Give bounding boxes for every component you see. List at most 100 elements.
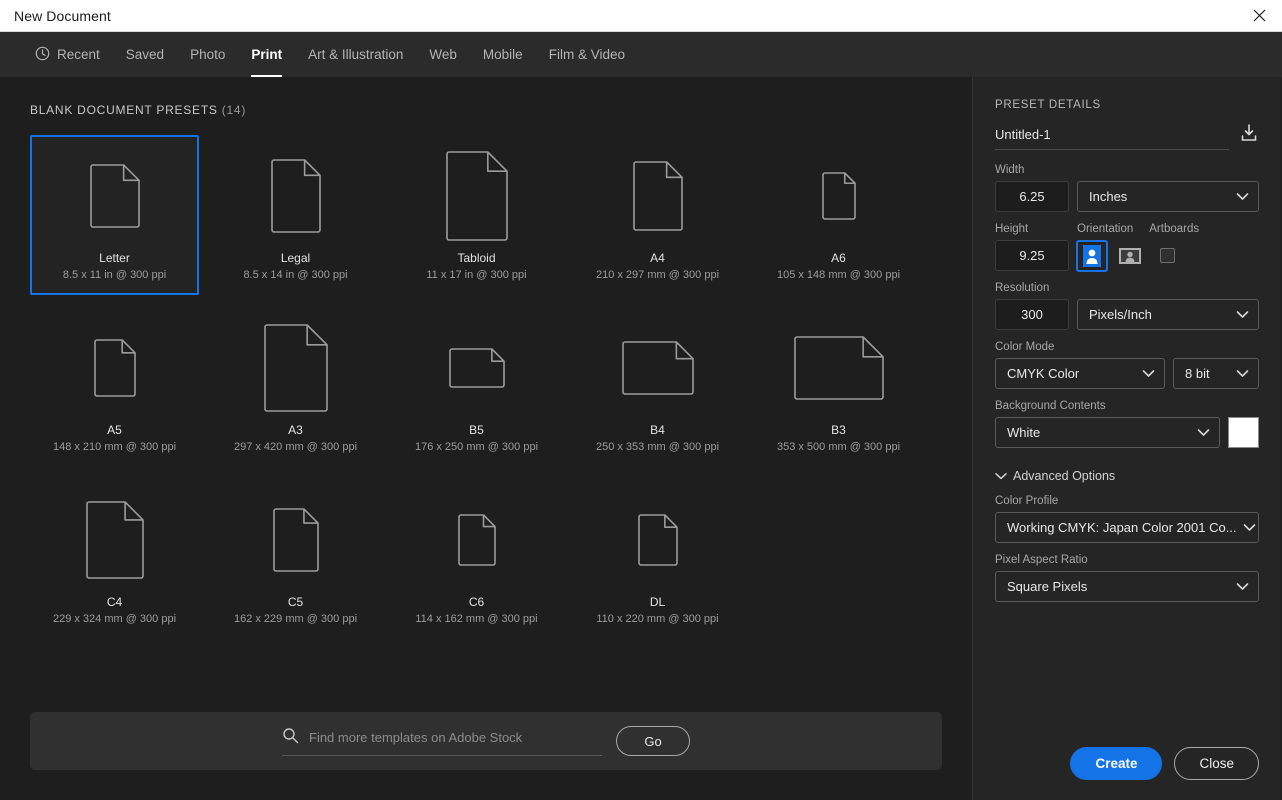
preset-card[interactable]: Letter 8.5 x 11 in @ 300 ppi [30, 135, 199, 295]
preset-card[interactable]: A3 297 x 420 mm @ 300 ppi [211, 307, 380, 467]
preset-dimensions: 8.5 x 11 in @ 300 ppi [62, 269, 167, 281]
tab-film-video[interactable]: Film & Video [536, 32, 638, 77]
preset-card[interactable]: C4 229 x 324 mm @ 300 ppi [30, 479, 199, 639]
presets-heading: BLANK DOCUMENT PRESETS (14) [30, 103, 942, 117]
dialog-body: BLANK DOCUMENT PRESETS (14) Letter 8.5 x … [0, 77, 1282, 800]
preset-name: A5 [107, 423, 122, 437]
tab-label: Recent [57, 47, 100, 62]
bit-depth-select[interactable]: 8 bit [1173, 358, 1259, 389]
preset-dimensions: 297 x 420 mm @ 300 ppi [233, 441, 358, 453]
color-mode-label: Color Mode [995, 341, 1055, 353]
height-orientation-labels: Height Orientation Artboards [995, 223, 1259, 235]
document-icon [89, 141, 141, 251]
preset-card[interactable]: DL 110 x 220 mm @ 300 ppi [573, 479, 742, 639]
document-icon [632, 141, 684, 251]
chevron-down-icon [995, 469, 1007, 483]
preset-name: Legal [280, 251, 311, 265]
preset-card[interactable]: B5 176 x 250 mm @ 300 ppi [392, 307, 561, 467]
tab-art-illustration[interactable]: Art & Illustration [295, 32, 416, 77]
close-button[interactable]: Close [1174, 747, 1259, 780]
height-label: Height [995, 223, 1029, 235]
background-contents-value: White [1007, 425, 1041, 440]
pixel-aspect-ratio-label: Pixel Aspect Ratio [995, 554, 1088, 566]
preset-card[interactable]: Tabloid 11 x 17 in @ 300 ppi [392, 135, 561, 295]
tab-label: Art & Illustration [308, 47, 404, 62]
document-icon [85, 485, 145, 595]
preset-name: B3 [831, 423, 846, 437]
panel-action-buttons: Create Close [1070, 747, 1259, 780]
window-title: New Document [14, 7, 111, 24]
height-input[interactable] [995, 240, 1069, 271]
document-icon [821, 141, 857, 251]
color-profile-select[interactable]: Working CMYK: Japan Color 2001 Co... [995, 512, 1259, 543]
resolution-label: Resolution [995, 282, 1050, 294]
width-input[interactable] [995, 181, 1069, 212]
preset-name: A6 [831, 251, 846, 265]
color-mode-select[interactable]: CMYK Color [995, 358, 1165, 389]
preset-dimensions: 11 x 17 in @ 300 ppi [426, 269, 527, 281]
tab-recent[interactable]: Recent [22, 32, 113, 77]
document-icon [448, 313, 506, 423]
save-preset-icon[interactable] [1239, 123, 1259, 150]
create-button[interactable]: Create [1070, 747, 1163, 780]
document-icon [93, 313, 137, 423]
pixel-aspect-ratio-value: Square Pixels [1007, 579, 1088, 594]
advanced-options-toggle[interactable]: Advanced Options [995, 469, 1259, 483]
stock-search-wrap: Go [0, 712, 972, 800]
document-name-input[interactable] [995, 127, 1229, 142]
preset-card[interactable]: B3 353 x 500 mm @ 300 ppi [754, 307, 923, 467]
document-icon [637, 485, 679, 595]
document-name-row [995, 123, 1259, 150]
document-name-field [995, 126, 1229, 150]
preset-card[interactable]: C5 162 x 229 mm @ 300 ppi [211, 479, 380, 639]
preset-card[interactable]: B4 250 x 353 mm @ 300 ppi [573, 307, 742, 467]
preset-details-panel: PRESET DETAILS Width Inches [973, 77, 1281, 800]
chevron-down-icon [1236, 579, 1249, 594]
tab-label: Film & Video [548, 47, 625, 62]
tab-mobile[interactable]: Mobile [470, 32, 536, 77]
chevron-down-icon [1236, 189, 1249, 204]
pixel-aspect-ratio-select[interactable]: Square Pixels [995, 571, 1259, 602]
chevron-down-icon [1197, 425, 1210, 440]
tab-photo[interactable]: Photo [177, 32, 238, 77]
orientation-landscape-button[interactable] [1115, 241, 1145, 271]
preset-name: Tabloid [457, 251, 496, 265]
stock-go-button[interactable]: Go [616, 726, 690, 756]
preset-dimensions: 162 x 229 mm @ 300 ppi [233, 613, 358, 625]
document-icon [793, 313, 885, 423]
color-mode-value: CMYK Color [1007, 366, 1080, 381]
background-contents-select[interactable]: White [995, 417, 1220, 448]
chevron-down-icon [1243, 520, 1256, 535]
close-icon[interactable] [1236, 0, 1282, 32]
resolution-row: Pixels/Inch [995, 299, 1259, 330]
preset-card[interactable]: A6 105 x 148 mm @ 300 ppi [754, 135, 923, 295]
resolution-input[interactable] [995, 299, 1069, 330]
tab-print[interactable]: Print [238, 32, 295, 77]
background-color-swatch[interactable] [1228, 417, 1259, 448]
preset-card[interactable]: Legal 8.5 x 14 in @ 300 ppi [211, 135, 380, 295]
tab-web[interactable]: Web [416, 32, 470, 77]
width-label: Width [995, 164, 1025, 176]
pixel-aspect-ratio-row: Square Pixels [995, 571, 1259, 602]
preset-dimensions: 8.5 x 14 in @ 300 ppi [243, 269, 348, 281]
tab-label: Print [251, 47, 283, 62]
preset-name: B4 [650, 423, 665, 437]
tab-label: Mobile [482, 47, 523, 62]
preset-card[interactable]: A5 148 x 210 mm @ 300 ppi [30, 307, 199, 467]
orientation-group [1076, 239, 1175, 272]
stock-search-input[interactable] [309, 730, 602, 745]
preset-name: B5 [469, 423, 484, 437]
preset-card[interactable]: C6 114 x 162 mm @ 300 ppi [392, 479, 561, 639]
preset-name: C6 [468, 595, 485, 609]
preset-dimensions: 210 x 297 mm @ 300 ppi [595, 269, 720, 281]
orientation-portrait-button[interactable] [1076, 239, 1108, 272]
preset-name: Letter [99, 251, 130, 265]
artboards-checkbox[interactable] [1160, 248, 1175, 263]
height-orientation-row [995, 239, 1259, 272]
tab-saved[interactable]: Saved [113, 32, 177, 77]
tab-bar: Recent Saved Photo Print Art & Illustration W… [0, 32, 1282, 77]
width-unit-select[interactable]: Inches [1077, 181, 1259, 212]
preset-card[interactable]: A4 210 x 297 mm @ 300 ppi [573, 135, 742, 295]
stock-search-group [282, 727, 602, 756]
resolution-unit-select[interactable]: Pixels/Inch [1077, 299, 1259, 330]
